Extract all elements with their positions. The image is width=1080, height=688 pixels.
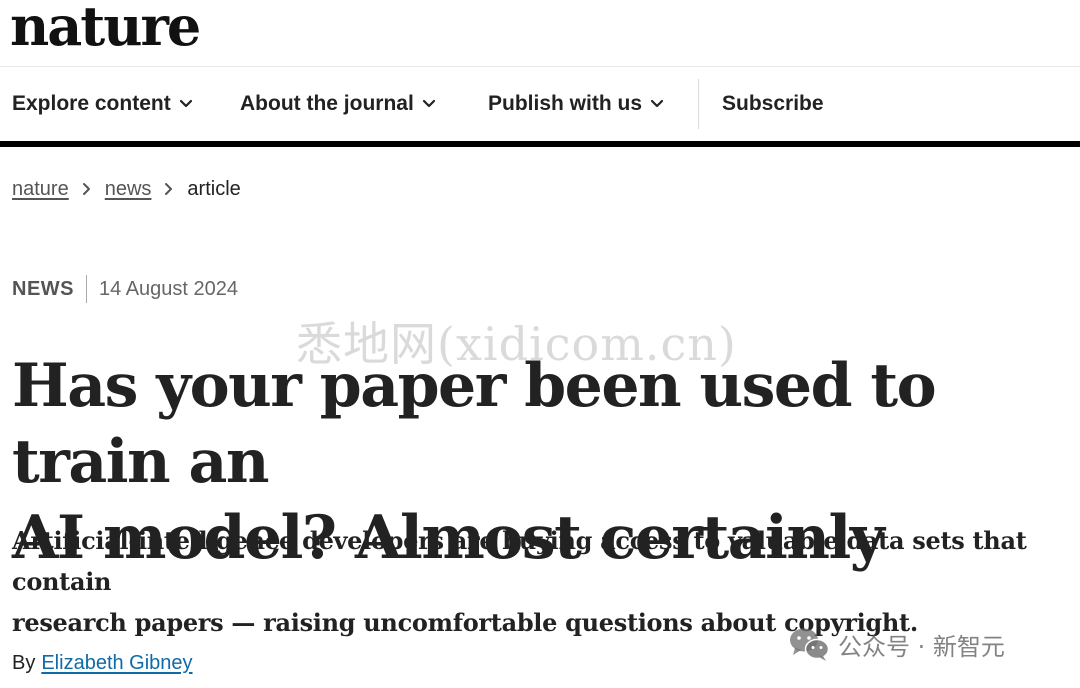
article-meta: NEWS 14 August 2024	[12, 274, 238, 304]
chevron-right-icon	[165, 183, 173, 195]
chevron-down-icon	[422, 99, 435, 108]
subscribe-link[interactable]: Subscribe	[722, 67, 824, 141]
article-date: 14 August 2024	[99, 277, 239, 300]
chevron-down-icon	[650, 99, 664, 108]
nav-explore-content-label: Explore content	[12, 92, 171, 115]
standfirst-line-2: research papers — raising uncomfortable …	[12, 608, 918, 637]
chevron-right-icon	[82, 183, 90, 195]
main-nav: Explore content About the journal Publis…	[0, 67, 1080, 141]
article-type: NEWS	[12, 277, 74, 300]
chevron-down-icon	[179, 99, 192, 108]
breadcrumb: nature news article	[12, 174, 241, 204]
nav-about-journal[interactable]: About the journal	[240, 67, 436, 141]
article-byline: By Elizabeth Gibney	[12, 648, 193, 678]
nature-logo[interactable]: nature	[10, 0, 201, 58]
wechat-watermark-text: 公众号 · 新智元	[838, 632, 1005, 661]
nav-about-journal-label: About the journal	[240, 92, 414, 115]
breadcrumb-news[interactable]: news	[105, 178, 152, 201]
nav-publish-with-us-label: Publish with us	[488, 92, 643, 115]
wechat-icon	[790, 628, 830, 661]
author-link[interactable]: Elizabeth Gibney	[41, 652, 192, 675]
nav-publish-with-us[interactable]: Publish with us	[488, 67, 664, 141]
byline-prefix: By	[12, 651, 36, 674]
standfirst-line-1: Artificial-intelligence developers are b…	[12, 526, 1027, 596]
page: nature Explore content About the journal…	[0, 0, 1080, 688]
nav-explore-content[interactable]: Explore content	[12, 67, 193, 141]
subscribe-label: Subscribe	[722, 92, 824, 115]
breadcrumb-nature[interactable]: nature	[12, 178, 69, 201]
site-watermark: 悉地网(xidicom.cn)	[296, 317, 737, 371]
wechat-watermark: 公众号 · 新智元	[788, 624, 1005, 664]
nav-divider	[698, 79, 699, 129]
meta-divider	[86, 275, 87, 303]
nav-bottom-bar	[0, 141, 1080, 147]
breadcrumb-current: article	[187, 177, 241, 200]
